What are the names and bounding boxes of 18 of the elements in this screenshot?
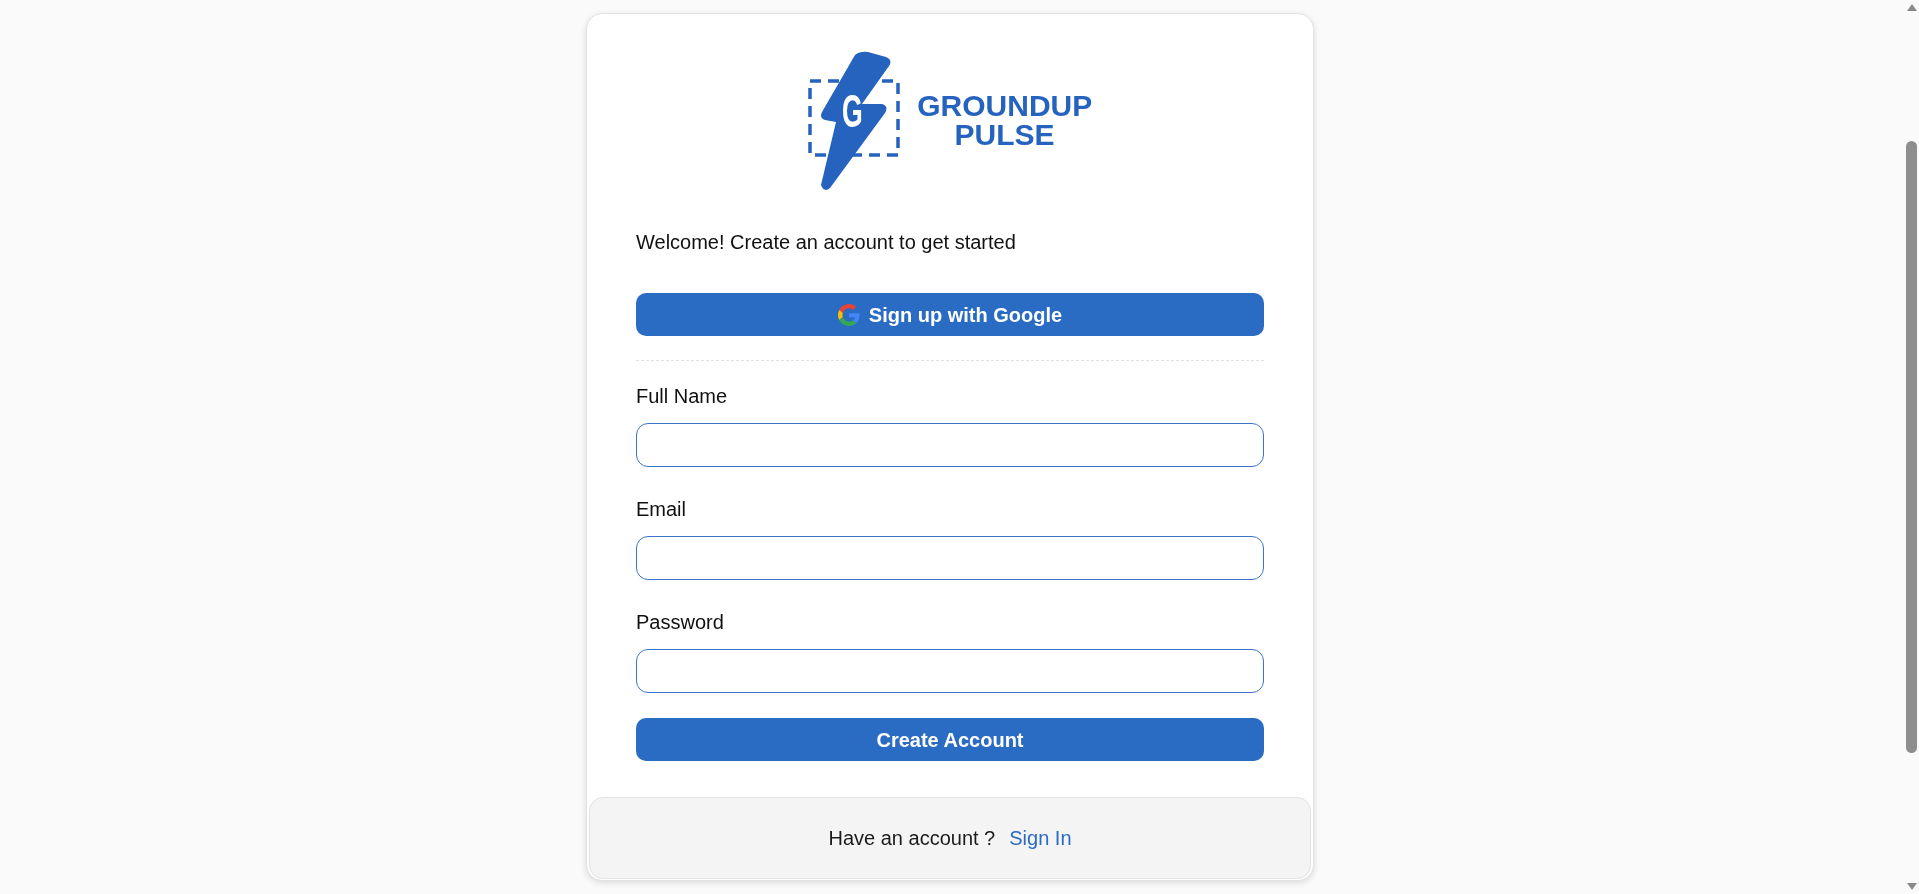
scroll-down-arrow-icon[interactable] [1906,883,1917,890]
google-icon [837,303,860,326]
input-field[interactable] [636,649,1264,693]
input-field[interactable] [636,423,1264,467]
sign-in-link[interactable]: Sign In [1009,826,1072,850]
scrollbar-thumb[interactable] [1906,141,1917,753]
field-label: Password [636,610,725,634]
bolt-logo-icon [808,51,901,191]
logo-letter: G [842,91,863,131]
scroll-up-arrow-icon[interactable] [1906,4,1917,11]
input-field[interactable] [636,536,1264,580]
account-prompt: Have an account ? [828,826,996,850]
google-signup-button[interactable]: Sign up with Google [636,293,1264,336]
field-label: Full Name [636,384,729,408]
welcome-text: Welcome! Create an account to get started [636,230,1017,254]
create-account-button[interactable]: Create Account [636,718,1264,761]
field-label: Email [636,497,687,521]
brand-wordmark: GROUNDUP PULSE [917,90,1092,149]
